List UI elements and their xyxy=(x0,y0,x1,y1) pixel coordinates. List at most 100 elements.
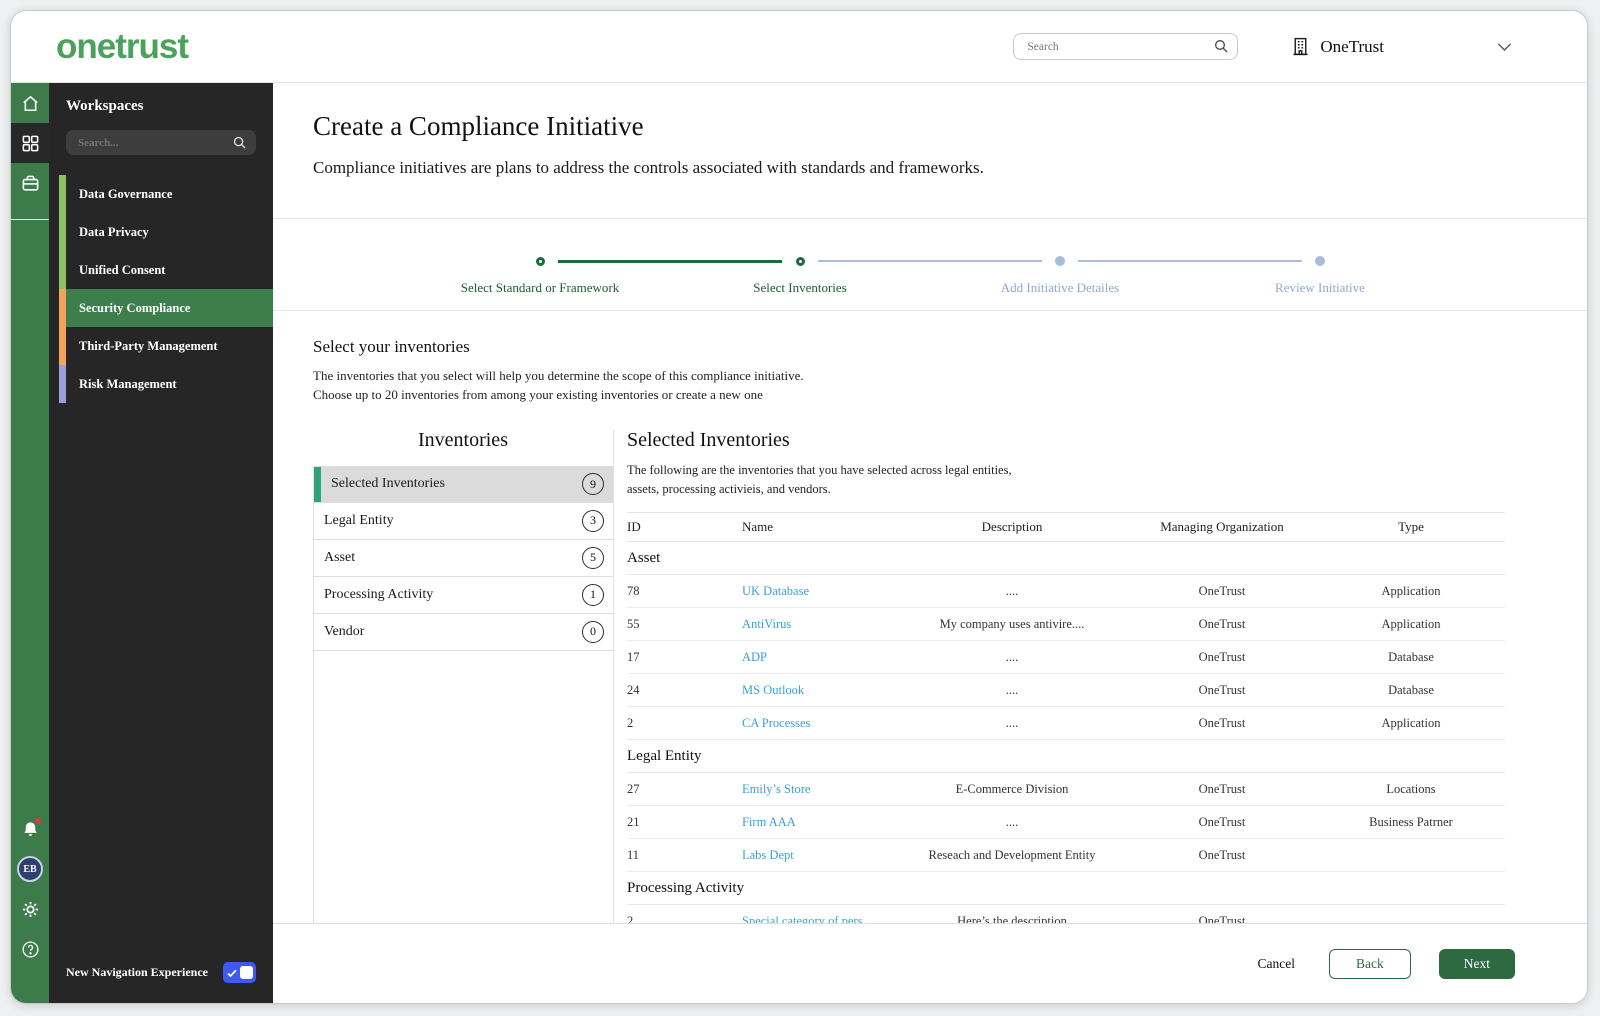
page-subtitle: Compliance initiatives are plans to addr… xyxy=(313,158,984,177)
inventories-table: ID Name Description Managing Organization Ty… xyxy=(627,512,1505,923)
selected-panel-description-line2: assets, processing activieis, and vendor… xyxy=(627,482,831,497)
count-badge: 3 xyxy=(582,509,604,532)
global-search-input[interactable] xyxy=(1013,33,1239,60)
sidebar-item-risk-management[interactable]: Risk Management xyxy=(49,365,273,403)
check-icon xyxy=(227,969,237,977)
org-switcher[interactable]: OneTrust xyxy=(1290,36,1384,57)
new-nav-toggle[interactable] xyxy=(223,962,256,983)
settings-button[interactable] xyxy=(11,889,49,929)
help-button[interactable] xyxy=(11,929,49,969)
cell-id: 55 xyxy=(627,616,640,631)
cell-name-link[interactable]: AntiVirus xyxy=(742,617,897,632)
cell-managing-org: OneTrust xyxy=(1198,682,1246,697)
inventories-list: Selected Inventories 9 Legal Entity 3 Asset 5… xyxy=(314,465,613,651)
inventory-filter-label: Selected Inventories xyxy=(331,476,445,492)
cell-name-link[interactable]: CA Processes xyxy=(742,716,897,731)
cell-name-link[interactable]: ADP xyxy=(742,650,897,665)
inventories-panel-title: Inventories xyxy=(418,428,508,451)
cell-type: Database xyxy=(1388,649,1434,664)
cell-id: 11 xyxy=(627,847,640,862)
inventory-filter-processing-activity[interactable]: Processing Activity 1 xyxy=(314,577,613,614)
cell-id: 21 xyxy=(627,814,640,829)
cell-managing-org: OneTrust xyxy=(1198,847,1246,862)
cell-managing-org: OneTrust xyxy=(1198,583,1246,598)
grid-icon xyxy=(22,135,38,151)
question-icon xyxy=(21,940,39,958)
avatar: EB xyxy=(17,856,43,882)
table-row: 11 Labs Dept Reseach and Development Entit… xyxy=(627,839,1505,873)
inventory-filter-asset[interactable]: Asset 5 xyxy=(314,540,613,577)
step-review-initiative[interactable]: Review Initiative xyxy=(1078,253,1450,310)
cell-name-link[interactable]: Emily’s Store xyxy=(742,782,897,797)
page-title: Create a Compliance Initiative xyxy=(313,111,644,141)
step-circle-icon xyxy=(795,256,805,266)
sidebar-item-label: Third-Party Management xyxy=(79,339,218,353)
cell-name-link[interactable]: UK Database xyxy=(742,584,897,599)
step-circle-icon xyxy=(535,256,545,266)
cell-type: Application xyxy=(1381,616,1441,631)
cell-description: .... xyxy=(1005,715,1019,730)
step-label: Select Inventories xyxy=(753,280,847,295)
workspaces-button[interactable] xyxy=(11,123,49,163)
cell-type: Database xyxy=(1388,682,1434,697)
cell-description: Here’s the description xyxy=(957,913,1067,923)
content-area: Select your inventories The inventories … xyxy=(273,311,1587,923)
chevron-down-icon[interactable] xyxy=(1494,36,1515,57)
home-button[interactable] xyxy=(11,83,49,123)
projects-button[interactable] xyxy=(11,163,49,203)
inventory-filter-selected-inventories[interactable]: Selected Inventories 9 xyxy=(314,465,613,503)
home-icon xyxy=(22,95,38,111)
sidebar-item-third-party-management[interactable]: Third-Party Management xyxy=(49,327,273,365)
table-row: 27 Emily’s Store E-Commerce Division OneTru… xyxy=(627,773,1505,807)
table-row: 2 Special category of pers... Here’s the d… xyxy=(627,905,1505,923)
cell-name-link[interactable]: MS Outlook xyxy=(742,683,897,698)
sidebar-item-label: Unified Consent xyxy=(79,263,166,277)
step-connector xyxy=(818,260,1042,262)
count-badge: 5 xyxy=(582,546,604,569)
section-description-line1: The inventories that you select will hel… xyxy=(313,368,804,383)
table-group-processing-activity: Processing Activity xyxy=(627,872,1505,906)
table-row: 55 AntiVirus My company uses antivire.... O… xyxy=(627,608,1505,642)
sidebar-item-security-compliance[interactable]: Security Compliance xyxy=(49,289,273,327)
sidebar-search-input[interactable] xyxy=(66,130,256,155)
table-group-asset: Asset xyxy=(627,542,1505,576)
section-title: Select your inventories xyxy=(313,337,470,356)
count-badge: 9 xyxy=(582,473,604,496)
column-header-managing-organization: Managing Organization xyxy=(1160,519,1284,535)
cell-managing-org: OneTrust xyxy=(1198,616,1246,631)
inventory-filter-label: Vendor xyxy=(324,623,365,639)
sidebar-item-unified-consent[interactable]: Unified Consent xyxy=(49,251,273,289)
inventory-filter-vendor[interactable]: Vendor 0 xyxy=(314,614,613,651)
app-window: onetrust OneTrust xyxy=(10,10,1588,1004)
sidebar-item-label: Security Compliance xyxy=(79,301,191,315)
cell-id: 78 xyxy=(627,583,640,598)
cell-description: E-Commerce Division xyxy=(955,781,1069,796)
cell-managing-org: OneTrust xyxy=(1198,649,1246,664)
notifications-button[interactable] xyxy=(11,809,49,849)
briefcase-icon xyxy=(22,175,38,191)
top-header: onetrust OneTrust xyxy=(11,11,1587,83)
sidebar-item-data-governance[interactable]: Data Governance xyxy=(49,175,273,213)
back-button[interactable]: Back xyxy=(1329,948,1411,979)
next-button[interactable]: Next xyxy=(1438,948,1515,979)
cell-type: Application xyxy=(1381,715,1441,730)
cell-name-link[interactable]: Labs Dept xyxy=(742,848,897,863)
rail-bottom-group: EB xyxy=(11,809,49,1003)
step-label: Review Initiative xyxy=(1275,280,1365,295)
cell-name-link[interactable]: Firm AAA xyxy=(742,815,897,830)
inventory-filter-legal-entity[interactable]: Legal Entity 3 xyxy=(314,503,613,540)
profile-button[interactable]: EB xyxy=(11,849,49,889)
column-header-type: Type xyxy=(1398,519,1424,535)
cell-managing-org: OneTrust xyxy=(1198,814,1246,829)
cell-description: .... xyxy=(1005,814,1019,829)
cancel-button[interactable]: Cancel xyxy=(1252,955,1301,973)
cell-id: 27 xyxy=(627,781,640,796)
step-connector xyxy=(1078,260,1302,262)
search-icon xyxy=(233,136,246,149)
step-label: Select Standard or Framework xyxy=(460,280,620,295)
stepper: Select Standard or Framework Select Inven… xyxy=(410,253,1450,310)
table-body: Asset 78 UK Database.... OneTrust Applicatio… xyxy=(627,542,1505,923)
workspaces-sidebar: Workspaces Data Governance Data Privacy Un… xyxy=(49,83,273,1003)
cell-name-link[interactable]: Special category of pers... xyxy=(742,914,897,923)
sidebar-item-data-privacy[interactable]: Data Privacy xyxy=(49,213,273,251)
